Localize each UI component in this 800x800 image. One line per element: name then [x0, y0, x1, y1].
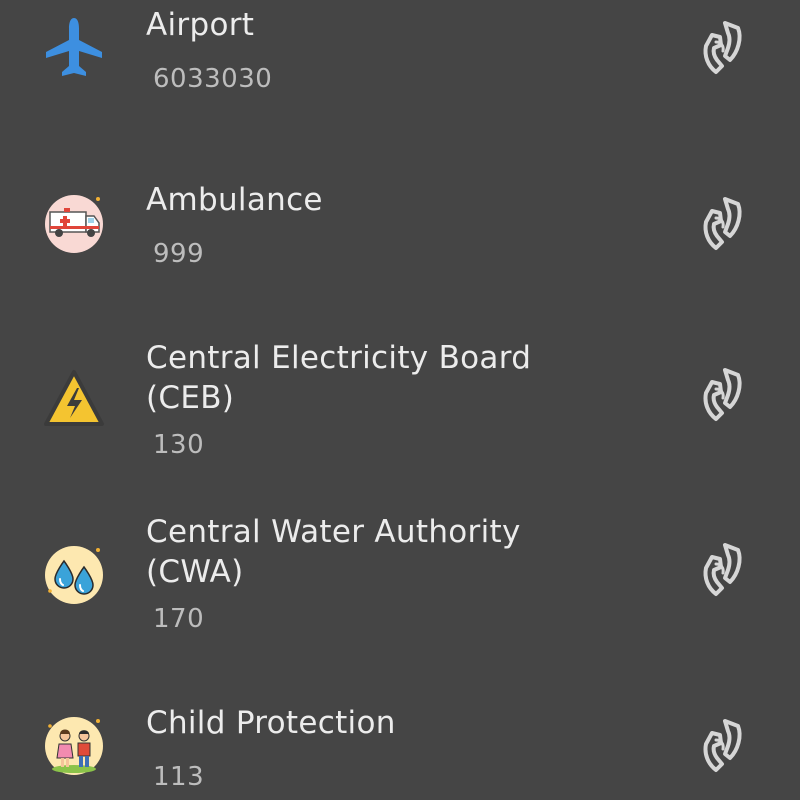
ambulance-icon	[42, 192, 106, 256]
call-button[interactable]	[694, 542, 750, 602]
airplane-icon	[42, 16, 106, 80]
phone-call-icon	[703, 543, 742, 596]
contact-name: Central Electricity Board (CEB)	[146, 340, 532, 416]
list-item[interactable]: Central Electricity Board (CEB) 130	[0, 330, 800, 480]
call-button[interactable]	[694, 20, 750, 80]
call-button[interactable]	[694, 367, 750, 427]
contact-number: 6033030	[153, 64, 273, 94]
contact-number: 113	[153, 762, 205, 792]
phone-call-icon	[703, 719, 742, 772]
call-button[interactable]	[694, 196, 750, 256]
children-icon	[42, 714, 106, 778]
list-item[interactable]: Ambulance 999	[0, 160, 800, 290]
list-item[interactable]: Central Water Authority (CWA) 170	[0, 505, 800, 655]
list-item[interactable]: Child Protection 113	[0, 690, 800, 800]
water-drops-icon	[42, 543, 106, 607]
emergency-contact-list: Airport 6033030 Ambulance 999 Central El…	[0, 0, 800, 800]
contact-number: 999	[153, 239, 205, 269]
call-button[interactable]	[694, 718, 750, 778]
phone-call-icon	[703, 21, 742, 74]
contact-name: Airport	[146, 7, 255, 43]
contact-number: 170	[153, 604, 205, 634]
high-voltage-icon	[42, 366, 106, 430]
phone-call-icon	[703, 368, 742, 421]
contact-number: 130	[153, 430, 205, 460]
contact-name: Child Protection	[146, 705, 396, 741]
list-item[interactable]: Airport 6033030	[0, 0, 800, 130]
contact-name: Central Water Authority (CWA)	[146, 514, 521, 590]
contact-name: Ambulance	[146, 182, 323, 218]
phone-call-icon	[703, 197, 742, 250]
